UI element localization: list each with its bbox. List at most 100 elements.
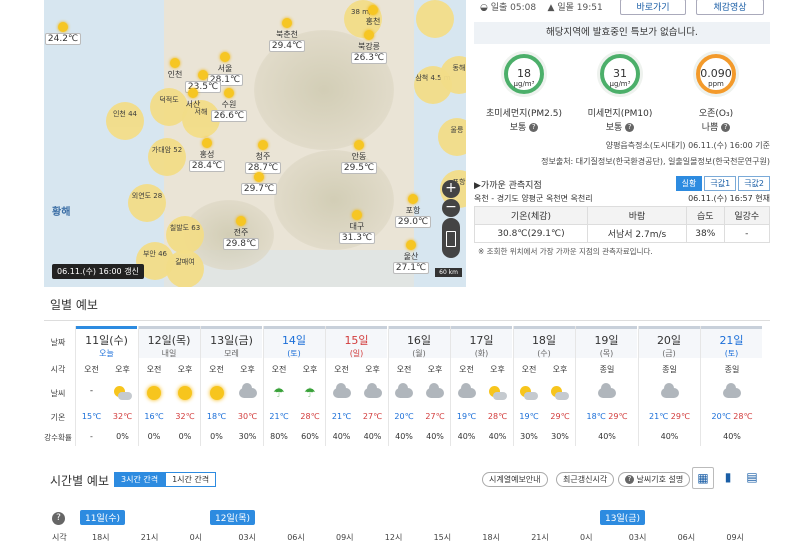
- sun-icon: [352, 210, 362, 220]
- help-icon[interactable]: ?: [721, 123, 731, 132]
- cloud-icon: [598, 383, 616, 398]
- map-place-marker[interactable]: 북강릉 26.3℃: [350, 30, 388, 64]
- temp-cell: 15℃: [76, 412, 107, 421]
- help-icon[interactable]: ?: [625, 123, 635, 132]
- pop-cell: 40%: [723, 432, 741, 441]
- map-place-marker[interactable]: 청주 28.7℃: [244, 140, 282, 174]
- help-icon[interactable]: ?: [52, 512, 65, 525]
- temp-cell: 32℃: [170, 412, 201, 421]
- day-column: 18일 (수) 오전 19℃ 30% 오후 29℃ 30%: [512, 326, 576, 446]
- bar-chart-icon[interactable]: ▮: [718, 467, 738, 487]
- tab-extreme2[interactable]: 극값2: [738, 176, 770, 191]
- help-icon: ?: [625, 475, 634, 484]
- map-place-marker[interactable]: 울산 27.1℃: [392, 240, 430, 274]
- map-place-marker[interactable]: 29.7℃: [240, 172, 278, 195]
- temp-max: 28℃: [300, 412, 320, 421]
- place-name: 전주: [233, 228, 249, 237]
- day-header: 11일(수) 오늘: [76, 326, 137, 358]
- day-header: 15일 (일): [326, 326, 387, 358]
- zoom-out-button[interactable]: −: [442, 199, 460, 217]
- timeseries-guide-button[interactable]: 시계열예보안내: [482, 472, 548, 487]
- place-name: 서산: [185, 100, 201, 109]
- daily-title: 일별 예보: [50, 298, 98, 312]
- map-timestamp: 06.11.(수) 16:00 갱신: [52, 264, 144, 279]
- table-view-icon[interactable]: ▤: [742, 467, 762, 487]
- map-place-marker[interactable]: 북춘천 29.4℃: [268, 18, 306, 52]
- tab-3hour[interactable]: 3시간 간격: [114, 472, 166, 487]
- graph-view-icon[interactable]: ▦: [692, 467, 714, 489]
- place-name: 대구: [349, 222, 365, 231]
- map-place-marker[interactable]: 안동 29.5℃: [340, 140, 378, 174]
- temp-max: 29℃: [550, 412, 570, 421]
- cloud-part: [492, 392, 507, 400]
- obs-humidity: 38%: [686, 224, 725, 243]
- weather-cell: [545, 386, 576, 402]
- marine-bubble[interactable]: [416, 0, 454, 38]
- marine-bubble[interactable]: 외연도 28: [128, 184, 166, 222]
- weather-cell: [139, 386, 170, 400]
- sunset-icon: ▲: [547, 3, 555, 13]
- weather-cell: [514, 386, 545, 402]
- tab-current[interactable]: 실황: [675, 176, 703, 191]
- day-column: 21일 (토) 종일 20℃ 28℃ 40%: [700, 326, 762, 446]
- temp-min: 21℃: [649, 412, 669, 421]
- temp-max: 27℃: [425, 412, 445, 421]
- marine-bubble[interactable]: 갈매여: [166, 250, 204, 287]
- sun-icon: [198, 70, 208, 80]
- layer-toggle-button[interactable]: [442, 218, 460, 258]
- marine-bubble[interactable]: 칠발도 63: [166, 216, 204, 254]
- shortcut-button[interactable]: 바로가기: [620, 0, 686, 15]
- no-icon: -: [89, 386, 94, 396]
- recent-update-button[interactable]: 최근갱신시각: [556, 472, 615, 487]
- pop-cell: 40%: [457, 432, 476, 441]
- temp-max: 29℃: [608, 412, 628, 421]
- nearby-tabs: 실황 극값1 극값2: [674, 176, 770, 191]
- marine-bubble[interactable]: 인천 44: [106, 102, 144, 140]
- tab-1hour[interactable]: 1시간 간격: [165, 472, 217, 487]
- sun-icon: [58, 22, 68, 32]
- air-unit: μg/m³: [513, 80, 535, 88]
- temp-max: 28℃: [487, 412, 508, 421]
- map-place-marker[interactable]: 대구 31.3℃: [338, 210, 376, 244]
- temp-cell: 28℃: [295, 412, 326, 421]
- help-icon[interactable]: ?: [529, 123, 539, 132]
- obs-header: 일강수: [723, 206, 771, 225]
- row-label-pop: 강수확률: [44, 433, 72, 442]
- place-name: 청주: [255, 152, 271, 161]
- temp-cell: 20℃ 28℃: [701, 412, 763, 421]
- temp-cell: 27℃: [420, 412, 451, 421]
- video-button[interactable]: 체감영상: [696, 0, 764, 15]
- sun-icon: [209, 386, 224, 400]
- nearby-time: 06.11.(수) 16:57 현재: [688, 194, 770, 203]
- place-temp: 26.3℃: [350, 52, 388, 64]
- pop-cell: 40%: [363, 432, 382, 441]
- row-label-weather: 날씨: [50, 389, 66, 398]
- temp-cell: 19℃: [514, 412, 545, 421]
- marine-bubble[interactable]: 가대암 52: [148, 138, 186, 176]
- place-temp: 29.4℃: [268, 40, 306, 52]
- cloud-part: [524, 392, 538, 400]
- map-place-marker[interactable]: 24.2℃: [44, 22, 82, 45]
- day-header: 16일 (월): [388, 326, 450, 358]
- pop-cell: 30%: [520, 432, 538, 441]
- map-place-marker[interactable]: 홍성 28.4℃: [188, 138, 226, 172]
- weather-map[interactable]: 황해 38 m/s 삼척 4.5 m 동해 인천 44 덕적도 서해 울릉 가대암 52 외연도…: [44, 0, 466, 287]
- air-value: 31: [613, 67, 627, 80]
- map-place-marker[interactable]: 포항 29.0℃: [394, 194, 432, 228]
- map-place-marker[interactable]: 서산: [174, 88, 212, 110]
- sun-icon: [178, 386, 192, 400]
- tab-extreme1[interactable]: 극값1: [704, 176, 737, 191]
- air-status-text: 보통: [509, 123, 527, 133]
- map-place-marker[interactable]: 수원 26.6℃: [210, 88, 248, 122]
- sun-icon: [368, 5, 378, 15]
- weather-symbol-help-button[interactable]: ? 날씨기호 설명: [618, 472, 691, 487]
- day-sub: (토): [287, 349, 301, 358]
- period-label: 오전: [521, 365, 537, 374]
- place-name: 홍천: [365, 17, 381, 26]
- period-label: 오전: [459, 365, 474, 374]
- zoom-in-button[interactable]: +: [442, 180, 460, 198]
- sea-label: 황해: [52, 207, 71, 218]
- map-place-marker[interactable]: 전주 29.8℃: [222, 216, 260, 250]
- map-place-marker[interactable]: 홍천: [354, 5, 392, 27]
- day-header: 17일 (화): [451, 326, 512, 358]
